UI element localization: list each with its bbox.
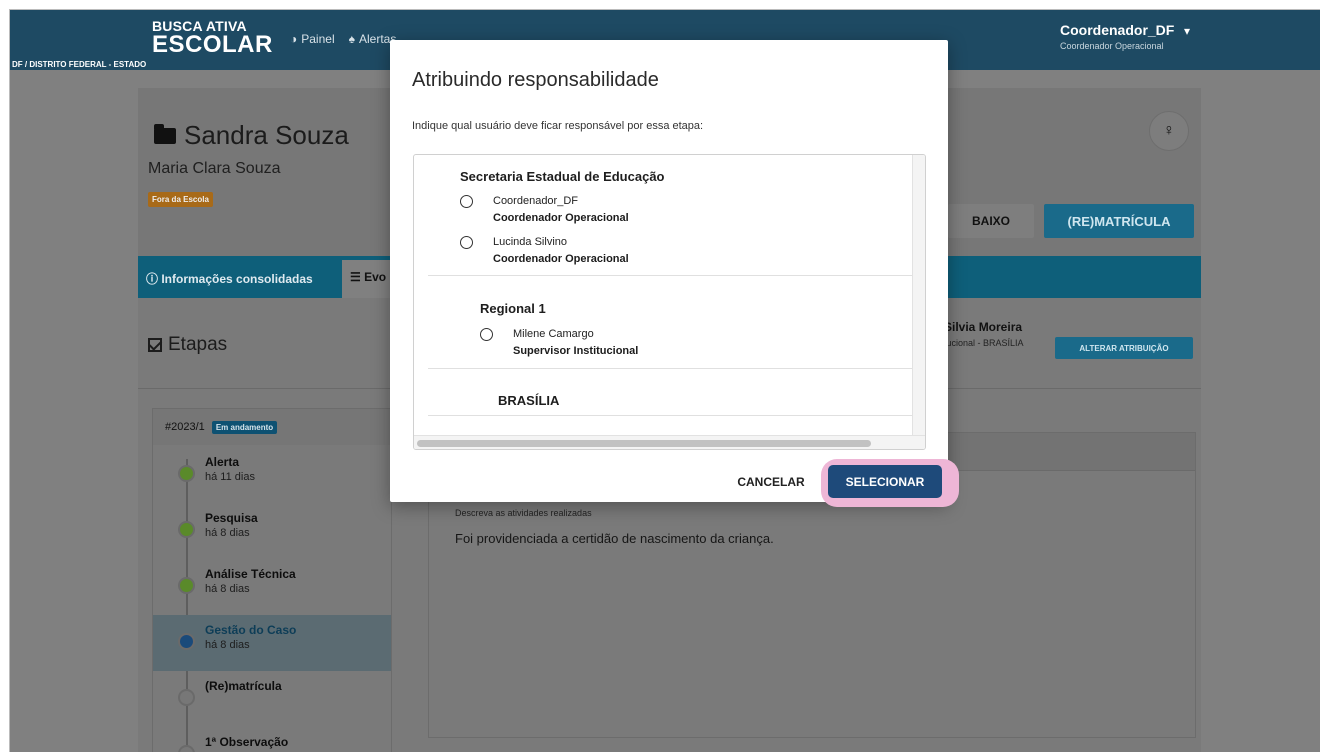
assigned-user: Silvia Moreira tucional - BRASÍLIA [944, 320, 1024, 348]
modal-title: Atribuindo responsabilidade [412, 69, 659, 91]
user-list[interactable]: Secretaria Estadual de Educação Coordena… [413, 154, 926, 450]
user-option[interactable]: Coordenador_DF Coordenador Operacional [460, 195, 760, 231]
main-nav: ◑ Painel ♠ Alertas [290, 32, 396, 46]
step-done-icon [178, 465, 195, 482]
step-title: Alerta [205, 455, 240, 469]
etapas-title: Etapas [168, 334, 228, 355]
case-name: Sandra Souza [184, 120, 349, 150]
user-list-content: Secretaria Estadual de Educação Coordena… [414, 155, 912, 435]
scrollbar-thumb[interactable] [417, 440, 871, 447]
case-title: Sandra Souza [154, 120, 349, 151]
step-time: há 8 dias [205, 583, 250, 595]
group-name: BRASÍLIA [498, 393, 560, 408]
step-title: Análise Técnica [205, 567, 296, 581]
rematricula-button[interactable]: (RE)MATRÍCULA [1044, 204, 1194, 238]
dashboard-icon: ◑ [290, 32, 298, 46]
user-option[interactable]: Milene Camargo Supervisor Institucional [480, 328, 780, 364]
assigned-name: Silvia Moreira [944, 320, 1023, 334]
activity-text: Foi providenciada a certidão de nascimen… [455, 531, 774, 546]
separator [428, 275, 912, 276]
tab-informacoes-label: Informações consolidadas [161, 272, 313, 286]
activity-label: Descreva as atividades realizadas [455, 508, 592, 518]
status-badge: Fora da Escola [148, 192, 213, 207]
radio-button[interactable] [460, 195, 473, 208]
list-icon: ☰ [350, 270, 365, 284]
case-subname: Maria Clara Souza [148, 160, 281, 177]
vertical-scrollbar[interactable] [912, 155, 925, 435]
option-role: Coordenador Operacional [493, 253, 629, 265]
select-button[interactable]: SELECIONAR [828, 465, 942, 498]
step-time: há 11 dias [205, 471, 255, 483]
checkbox-icon [148, 338, 162, 352]
step-gestao-do-caso[interactable]: Gestão do Caso há 8 dias [153, 615, 391, 671]
cycle-header: #2023/1 Em andamento [153, 409, 391, 445]
logo-line2: ESCOLAR [152, 31, 273, 58]
assign-modal: Atribuindo responsabilidade Indique qual… [390, 40, 948, 502]
step-done-icon [178, 577, 195, 594]
step-analise-tecnica[interactable]: Análise Técnica há 8 dias [153, 559, 391, 615]
tab-evolucao-label: Evo [364, 270, 387, 284]
step-time: há 8 dias [205, 639, 250, 651]
step-pesquisa[interactable]: Pesquisa há 8 dias [153, 503, 391, 559]
step-title: (Re)matrícula [205, 679, 282, 693]
nav-painel[interactable]: ◑ Painel [290, 32, 335, 46]
step-rematricula[interactable]: (Re)matrícula [153, 671, 391, 727]
user-option[interactable]: Lucinda Silvino Coordenador Operacional [460, 236, 760, 272]
step-current-icon [178, 633, 195, 650]
separator [428, 368, 912, 369]
alterar-atribuicao-button[interactable]: ALTERAR ATRIBUIÇÃO [1055, 337, 1193, 359]
cancel-button[interactable]: CANCELAR [726, 468, 816, 496]
user-menu[interactable]: Coordenador_DF Coordenador Operacional ▾ [1060, 22, 1190, 51]
group-name: Regional 1 [480, 301, 546, 316]
option-role: Supervisor Institucional [513, 345, 639, 357]
user-name: Coordenador_DF [1060, 22, 1175, 38]
option-name: Coordenador_DF [493, 195, 578, 207]
modal-description: Indique qual usuário deve ficar responsá… [412, 120, 704, 132]
option-name: Milene Camargo [513, 328, 594, 340]
step-title: 1ª Observação [205, 735, 289, 749]
bell-icon: ♠ [348, 32, 355, 46]
option-name: Lucinda Silvino [493, 236, 567, 248]
option-role: Coordenador Operacional [493, 212, 629, 224]
step-done-icon [178, 521, 195, 538]
step-pending-icon [178, 745, 195, 752]
etapas-heading: Etapas [148, 334, 227, 356]
info-icon: ⓘ [146, 272, 162, 286]
caret-down-icon: ▾ [1184, 24, 1191, 38]
radio-button[interactable] [460, 236, 473, 249]
user-role: Coordenador Operacional [1060, 41, 1164, 51]
step-alerta[interactable]: Alerta há 11 dias [153, 447, 391, 503]
separator [428, 415, 912, 416]
radio-button[interactable] [480, 328, 493, 341]
folder-icon [154, 123, 176, 144]
horizontal-scrollbar[interactable] [414, 435, 925, 449]
step-title: Gestão do Caso [205, 623, 297, 637]
cycle-label: #2023/1 [165, 421, 205, 433]
cycle-badge: Em andamento [211, 421, 278, 434]
step-pending-icon [178, 689, 195, 706]
assigned-role: tucional - BRASÍLIA [944, 338, 1024, 348]
risk-baixo-button[interactable]: BAIXO [948, 204, 1034, 238]
female-icon: ♀ [1149, 111, 1189, 151]
logo-line3: DF / DISTRITO FEDERAL - ESTADO [12, 60, 147, 69]
group-name: Secretaria Estadual de Educação [460, 169, 665, 184]
step-time: há 8 dias [205, 527, 250, 539]
step-primeira-observacao[interactable]: 1ª Observação [153, 727, 391, 752]
nav-painel-label: Painel [301, 32, 335, 46]
tab-informacoes[interactable]: ⓘ Informações consolidadas [146, 270, 313, 287]
steps-timeline: #2023/1 Em andamento Alerta há 11 dias P… [152, 408, 392, 752]
step-title: Pesquisa [205, 511, 258, 525]
